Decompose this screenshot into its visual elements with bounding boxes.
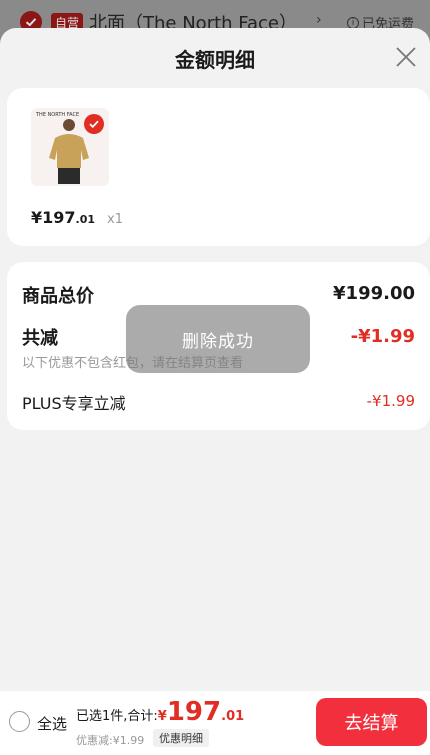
total-summary: 已选1件,合计: ¥ 197 .01	[76, 699, 244, 725]
plus-discount-label: PLUS专享立减	[22, 394, 126, 413]
total-label: 商品总价	[22, 286, 94, 307]
delete-success-toast: 删除成功	[126, 305, 310, 373]
checkout-button[interactable]: 去结算	[316, 698, 427, 746]
product-price: ¥197 .01 x1	[31, 208, 123, 227]
product-image[interactable]: THE NORTH FACE	[31, 108, 109, 186]
reduce-label: 共减	[22, 328, 58, 349]
amount-detail-sheet: 金额明细 THE NORTH FACE ¥197 .01 x1 商品总价 ¥19…	[0, 28, 430, 755]
product-check-icon[interactable]	[84, 114, 104, 134]
product-price-integer: ¥197	[31, 208, 76, 227]
product-logo-text: THE NORTH FACE	[36, 112, 80, 118]
chevron-right-icon[interactable]: ›	[316, 12, 322, 28]
total-decimal: .01	[221, 709, 245, 724]
plus-discount-value: -¥1.99	[366, 392, 415, 410]
info-icon: i	[346, 16, 359, 29]
discount-detail-button[interactable]: 优惠明细	[153, 729, 209, 747]
close-icon[interactable]	[394, 45, 418, 69]
selected-count-text: 已选1件,合计:	[76, 709, 158, 724]
total-currency: ¥	[157, 709, 167, 724]
checkout-bar: 全选 已选1件,合计: ¥ 197 .01 优惠减:¥1.99 优惠明细 去结算	[0, 691, 430, 755]
total-value: ¥199.00	[333, 283, 415, 304]
reduce-value: -¥1.99	[350, 326, 415, 347]
sheet-title: 金额明细	[175, 48, 255, 72]
product-price-decimal: .01	[75, 213, 96, 226]
total-integer: 197	[166, 697, 222, 727]
product-card: THE NORTH FACE ¥197 .01 x1	[7, 88, 430, 246]
product-quantity: x1	[107, 212, 123, 227]
select-all-radio[interactable]	[9, 711, 30, 732]
discount-text: 优惠减:¥1.99	[76, 734, 145, 747]
select-all-label[interactable]: 全选	[37, 713, 67, 734]
